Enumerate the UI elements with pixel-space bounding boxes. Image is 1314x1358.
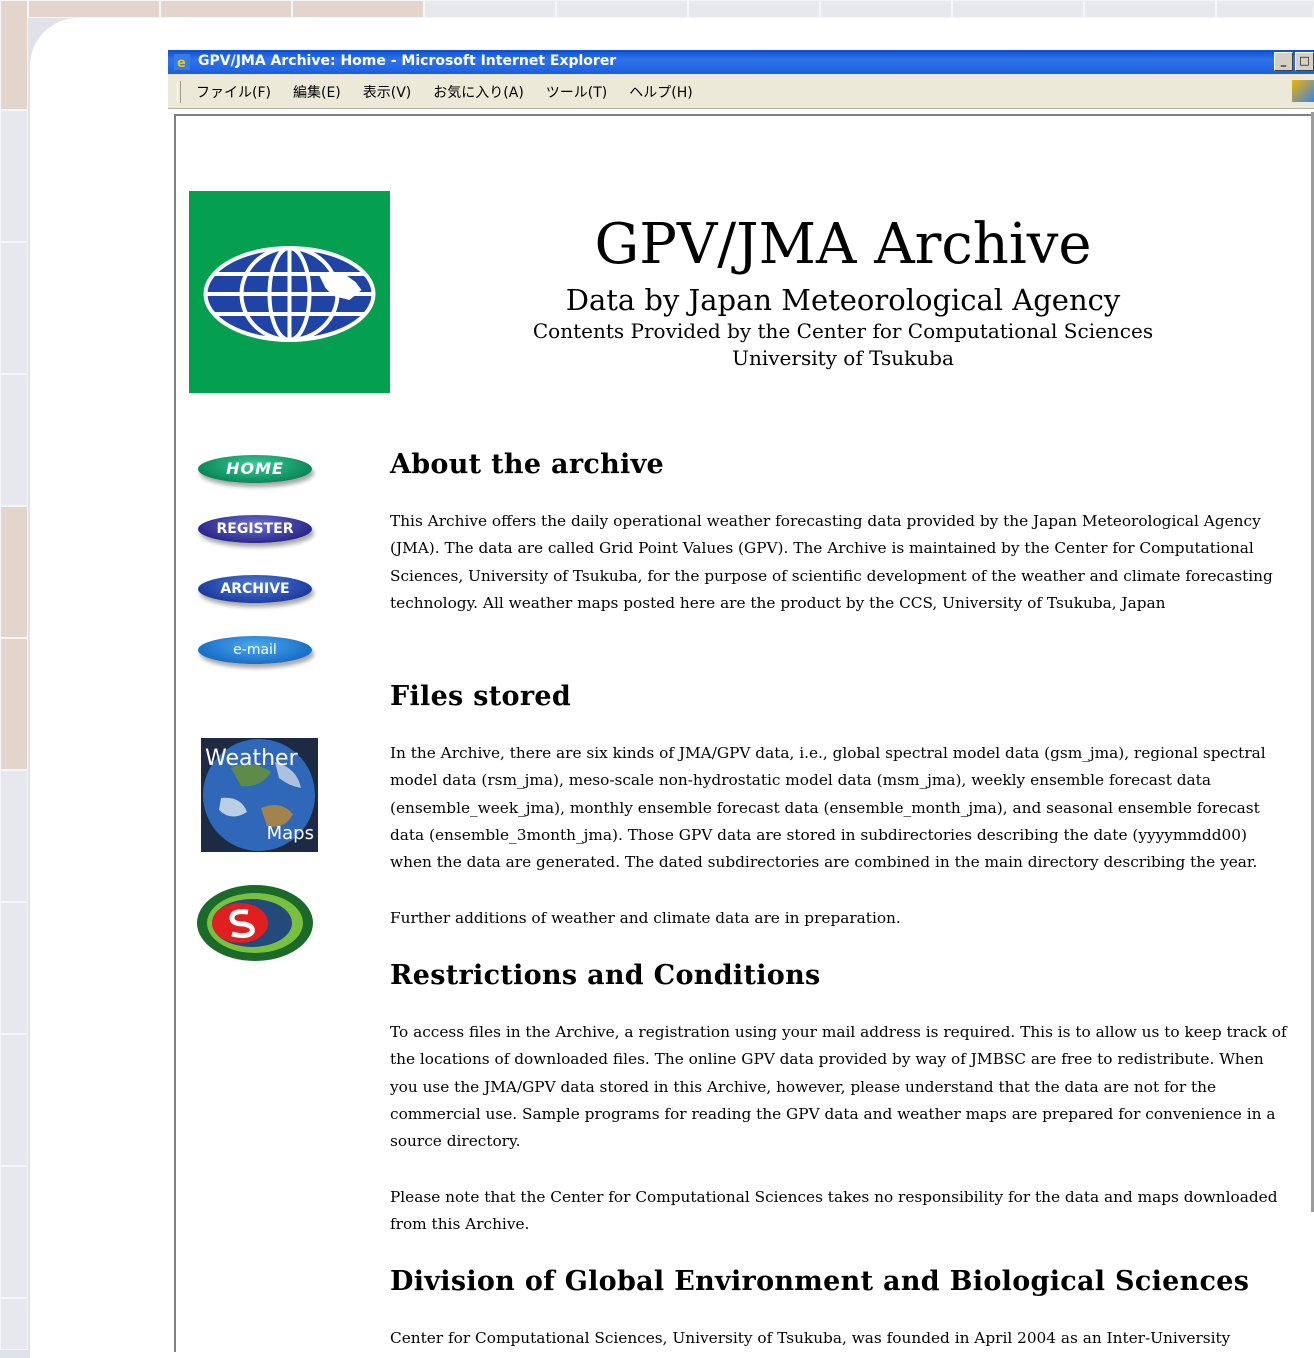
menu-view[interactable]: 表示(V) <box>363 82 412 102</box>
files-section: Files stored In the Archive, there are s… <box>390 680 1266 927</box>
about-text: This Archive offers the daily operationa… <box>390 512 1273 612</box>
title-bar[interactable]: e GPV/JMA Archive: Home - Microsoft Inte… <box>168 50 1314 74</box>
site-header: GPV/JMA Archive Data by Japan Meteorolog… <box>430 212 1256 372</box>
maps-label: Maps <box>266 823 314 844</box>
ccs-logo-icon <box>197 885 313 961</box>
files-text: In the Archive, there are six kinds of J… <box>390 744 1266 872</box>
ccs-logo-link[interactable] <box>196 884 315 962</box>
division-heading: Division of Global Environment and Biolo… <box>390 1266 1250 1297</box>
menu-edit[interactable]: 編集(E) <box>293 82 341 102</box>
svg-text:e: e <box>177 56 186 70</box>
restrictions-text: To access files in the Archive, a regist… <box>390 1023 1287 1151</box>
windows-logo-icon <box>1292 80 1314 102</box>
archive-button[interactable]: ARCHIVE <box>198 575 312 603</box>
jma-globe-logo <box>189 191 390 393</box>
menu-tools[interactable]: ツール(T) <box>546 82 607 102</box>
menu-favorites[interactable]: お気に入り(A) <box>433 82 524 102</box>
restrictions-section: Restrictions and Conditions To access fi… <box>390 959 1287 1233</box>
files-heading: Files stored <box>390 681 572 712</box>
restrictions-text-2: Please note that the Center for Computat… <box>390 1188 1278 1234</box>
maximize-button[interactable]: □ <box>1295 52 1314 71</box>
page-title: GPV/JMA Archive <box>594 212 1092 277</box>
division-text: Center for Computational Sciences, Unive… <box>390 1329 1231 1347</box>
about-section: About the archive This Archive offers th… <box>390 448 1273 612</box>
university-line: University of Tsukuba <box>732 346 954 370</box>
restrictions-heading: Restrictions and Conditions <box>390 960 821 991</box>
home-button[interactable]: HOME <box>198 455 312 483</box>
window-title: GPV/JMA Archive: Home - Microsoft Intern… <box>198 53 617 69</box>
menu-file[interactable]: ファイル(F) <box>196 82 271 102</box>
about-heading: About the archive <box>390 449 665 480</box>
provider-line: Contents Provided by the Center for Comp… <box>532 319 1154 343</box>
page-subtitle: Data by Japan Meteorological Agency <box>565 283 1121 317</box>
menu-help[interactable]: ヘルプ(H) <box>629 82 692 102</box>
register-button[interactable]: REGISTER <box>198 515 312 543</box>
ie-app-icon: e <box>174 54 190 70</box>
toolbar-grip[interactable] <box>177 81 181 103</box>
division-section: Division of Global Environment and Biolo… <box>390 1265 1250 1347</box>
minimize-button[interactable]: _ <box>1274 52 1293 71</box>
email-button[interactable]: e-mail <box>198 636 312 664</box>
globe-icon <box>203 246 376 342</box>
weather-maps-link[interactable]: Weather Maps <box>201 738 318 852</box>
weather-label: Weather <box>205 746 298 771</box>
menu-bar: ファイル(F) 編集(E) 表示(V) お気に入り(A) ツール(T) ヘルプ(… <box>168 74 1314 109</box>
files-text-2: Further additions of weather and climate… <box>390 909 901 927</box>
